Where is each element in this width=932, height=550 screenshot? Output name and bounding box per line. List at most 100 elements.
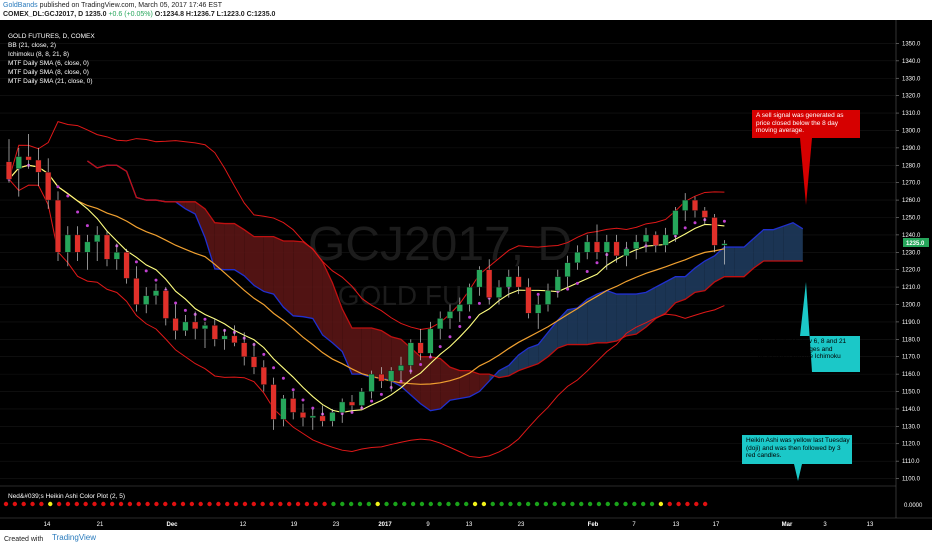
sma-6-point	[683, 226, 687, 230]
x-tick-label: 7	[632, 522, 636, 528]
heikin-ashi-dot	[676, 501, 681, 507]
heikin-ashi-dot	[402, 501, 407, 507]
candle-body	[643, 234, 650, 243]
cloud-segment	[214, 222, 225, 270]
y-tick-label: 1300.0	[902, 128, 921, 134]
sma-6-point	[134, 260, 138, 264]
y-tick-label: 1190.0	[902, 320, 921, 326]
candle-body	[682, 199, 689, 211]
cloud-segment	[352, 328, 362, 375]
legend-item: MTF Daily SMA (6, close, 0)	[8, 60, 89, 67]
sma-6-point	[262, 352, 266, 356]
candle-body	[633, 241, 640, 250]
candle-body	[515, 276, 522, 288]
candle-body	[613, 241, 620, 256]
candle-body	[652, 234, 659, 246]
heikin-ashi-dot	[649, 501, 655, 507]
tradingview-logo[interactable]: TradingView	[52, 533, 96, 542]
heikin-ashi-dot	[517, 501, 522, 507]
candle-body	[231, 335, 238, 344]
x-tick-label: 2017	[378, 522, 392, 528]
heikin-ashi-dot	[464, 501, 469, 507]
candle-body	[103, 234, 110, 260]
y-tick-label: 1240.0	[902, 233, 921, 239]
heikin-ashi-dot	[508, 501, 513, 507]
heikin-ashi-dot	[667, 501, 672, 507]
cloud-segment	[704, 255, 715, 291]
heikin-ashi-dot	[136, 501, 141, 507]
candle-body	[45, 172, 52, 201]
candle-body	[309, 415, 316, 418]
last-price: 1235.0	[85, 11, 107, 18]
heikin-ashi-dot	[171, 501, 177, 507]
heikin-ashi-dot	[641, 501, 646, 507]
candle-body	[55, 199, 62, 253]
price-chart[interactable]: GCJ2017, D GOLD FU GOLD FUTURES, D, COME…	[0, 20, 932, 530]
candle-body	[94, 234, 101, 243]
sma-6-point	[66, 194, 70, 198]
heikin-ashi-dot	[101, 501, 106, 507]
candle-body	[456, 304, 463, 312]
candle-body	[113, 252, 120, 260]
cloud-segment	[293, 240, 303, 317]
candle-body	[280, 398, 287, 420]
heikin-ashi-dot	[3, 501, 9, 507]
x-tick-label: 9	[426, 522, 430, 528]
cloud-segment	[224, 223, 235, 270]
x-tick-label: Dec	[166, 522, 178, 528]
sma-6-point	[566, 287, 570, 291]
cloud-segment	[763, 229, 774, 261]
heikin-ashi-dot	[287, 501, 292, 507]
sma-6-point	[56, 185, 60, 189]
sma-6-point	[183, 308, 187, 312]
heikin-ashi-dot	[499, 501, 504, 507]
heikin-ashi-dot	[419, 501, 425, 507]
x-tick-label: 17	[713, 522, 720, 528]
candle-body	[594, 241, 601, 253]
heikin-ashi-dot	[481, 501, 487, 507]
author-link[interactable]: GoldBands	[3, 2, 38, 9]
cloud-segment	[234, 223, 245, 276]
cloud-segment	[626, 294, 637, 336]
candle-body	[221, 335, 228, 340]
candle-body	[505, 276, 512, 288]
heikin-ashi-dot	[331, 501, 336, 507]
legend-item: Ichimoku (8, 8, 21, 8)	[8, 51, 69, 58]
y-tick-label: 1100.0	[902, 477, 921, 483]
sma-6-point	[438, 345, 442, 349]
watermark-symbol: GCJ2017, D	[308, 218, 572, 271]
candle-body	[15, 156, 22, 169]
candle-body	[211, 325, 218, 340]
heikin-ashi-dot	[694, 501, 699, 507]
symbol-label: COMEX_DL:GCJ2017, D	[3, 11, 84, 18]
chart-footer: Created with TradingView	[0, 530, 932, 550]
price-axis: 1100.0 1110.0 1120.0 1130.0 1140.0 1150.0 1160…	[895, 20, 921, 518]
price-change: +0.6 (+0.05%)	[108, 11, 153, 18]
sma-6-point	[370, 399, 374, 403]
candle-body	[564, 262, 571, 277]
price-traded-note: Price traded below 6, 8 and 21 day movin…	[758, 338, 847, 368]
legend-item: BB (21, close, 2)	[8, 42, 56, 49]
indicator-legend: GOLD FUTURES, D, COMEX BB (21, close, 2)…	[8, 33, 95, 85]
cloud-segment	[606, 290, 617, 343]
y-tick-label: 1120.0	[902, 442, 921, 448]
candle-body	[427, 328, 434, 354]
sma-6-point	[419, 363, 423, 367]
heikin-ashi-dot	[295, 501, 301, 507]
sma-6-point	[203, 317, 207, 321]
candle-body	[574, 252, 581, 263]
sma-6-point	[154, 278, 158, 282]
sell-signal-note-box: A sell signal was generated as price clo…	[756, 112, 843, 134]
published-text: published on TradingView.com, March 05, …	[39, 2, 222, 9]
heikin-ashi-dot	[278, 501, 283, 507]
y-tick-label: 1180.0	[902, 337, 921, 343]
legend-item: GOLD FUTURES, D, COMEX	[8, 33, 95, 40]
heikin-ashi-dot	[579, 501, 584, 507]
heikin-ashi-dot	[543, 501, 549, 507]
x-tick-label: 3	[823, 522, 827, 528]
sma-6-point	[85, 224, 89, 228]
heikin-ashi-dot	[428, 501, 433, 507]
sma-6-point	[575, 281, 579, 285]
cloud-segment	[263, 236, 274, 295]
x-tick-label: 13	[867, 522, 874, 528]
